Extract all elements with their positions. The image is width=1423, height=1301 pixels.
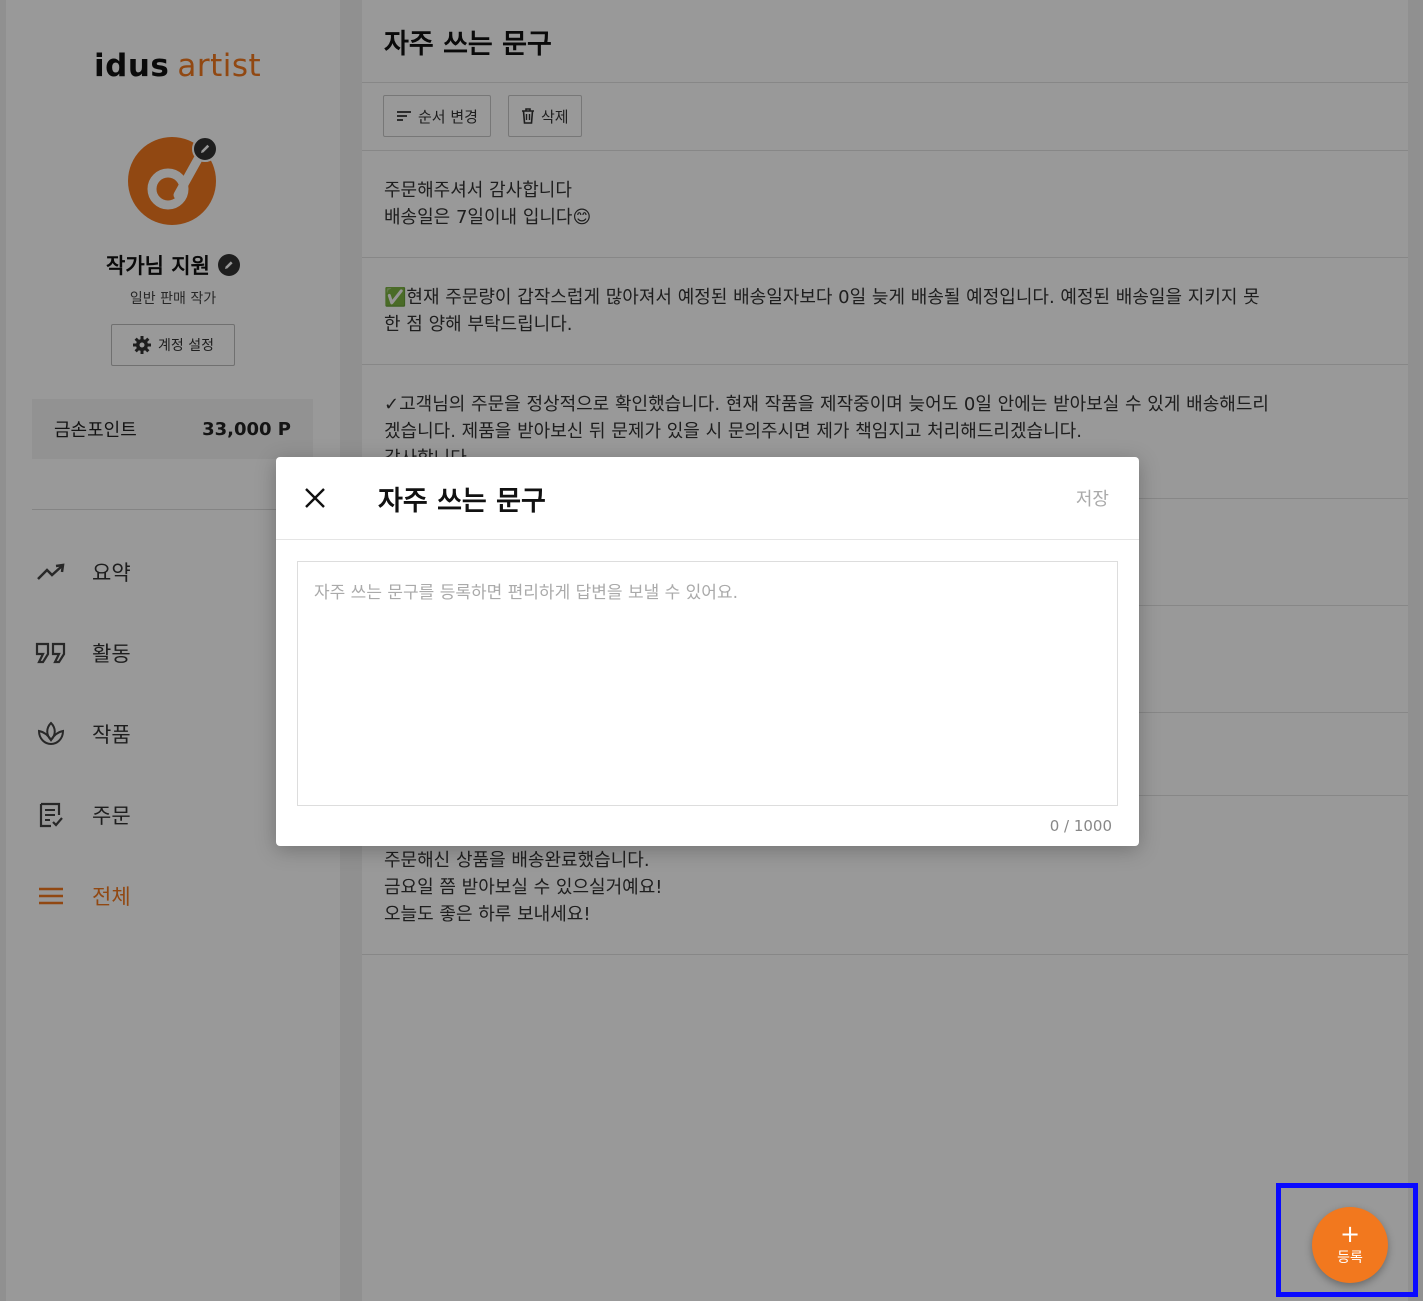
char-counter: 0 / 1000	[1049, 817, 1112, 835]
add-phrase-modal: 자주 쓰는 문구 저장 0 / 1000	[276, 457, 1139, 846]
close-button[interactable]	[300, 483, 330, 513]
modal-title: 자주 쓰는 문구	[378, 486, 546, 517]
save-button[interactable]: 저장	[1076, 485, 1109, 511]
phrase-textarea[interactable]	[297, 561, 1118, 806]
modal-header: 자주 쓰는 문구 저장	[276, 457, 1139, 540]
close-icon	[305, 488, 325, 508]
register-label: 등록	[1337, 1250, 1363, 1266]
app-root: idus artist 작가님 지원 일반 판매 작가 계정 설정 금손포인트 …	[0, 0, 1423, 1301]
plus-icon: +	[1339, 1220, 1361, 1248]
register-fab-button[interactable]: + 등록	[1312, 1207, 1388, 1283]
